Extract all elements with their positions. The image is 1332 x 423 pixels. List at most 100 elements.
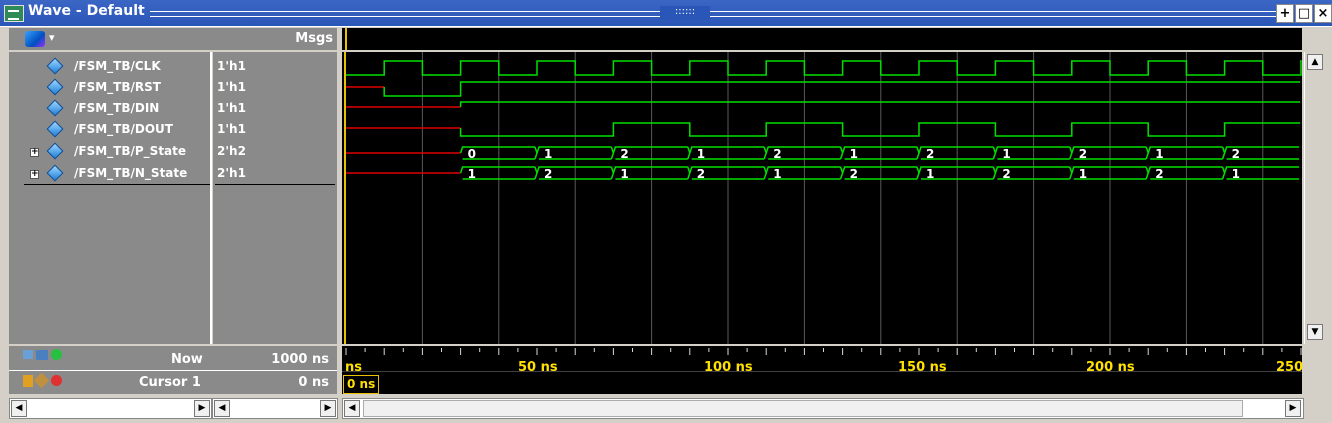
wave-dout xyxy=(346,122,1300,137)
expand-plus-icon[interactable]: + xyxy=(30,148,39,157)
signal-value: 1'h1 xyxy=(217,122,246,136)
add-cursor-icon[interactable] xyxy=(23,350,33,359)
wrench-icon[interactable] xyxy=(33,372,50,389)
signal-row-p-state[interactable]: + /FSM_TB/P_State xyxy=(22,141,210,161)
bus-edge xyxy=(916,146,920,160)
cursor-list-icon[interactable] xyxy=(36,350,48,360)
window-title: Wave - Default xyxy=(28,3,145,19)
status-tools-panel: Now Cursor 1 xyxy=(9,346,212,394)
bus-edge xyxy=(839,146,844,160)
signal-diamond-icon xyxy=(46,164,64,182)
scroll-right-arrow-icon[interactable]: ▶ xyxy=(1285,400,1301,417)
signal-row-din[interactable]: /FSM_TB/DIN xyxy=(22,98,210,118)
signal-row-dout[interactable]: /FSM_TB/DOUT xyxy=(22,119,210,139)
bus-value: 1 xyxy=(1155,147,1163,161)
signal-value: 1'h1 xyxy=(217,101,246,115)
wave-din xyxy=(346,101,1300,108)
signal-value: 2'h2 xyxy=(217,144,246,158)
time-grid xyxy=(421,52,1264,344)
signal-row-rst[interactable]: /FSM_TB/RST xyxy=(22,77,210,97)
ruler-ticks xyxy=(345,348,1302,355)
cursor-label: Cursor 1 xyxy=(139,375,201,390)
bus-edge xyxy=(1069,166,1073,180)
cursor-value: 0 ns xyxy=(298,375,329,390)
bus-value: 2 xyxy=(1232,147,1240,161)
divider xyxy=(9,370,212,371)
remove-icon[interactable] xyxy=(51,375,62,386)
signal-names-pane: /FSM_TB/CLK /FSM_TB/RST /FSM_TB/DIN /FSM… xyxy=(22,52,212,344)
signal-diamond-icon xyxy=(46,99,64,117)
signal-value: 2'h1 xyxy=(217,166,246,180)
bus-value: 2 xyxy=(620,147,628,161)
bus-edge xyxy=(1221,146,1226,160)
drag-grip[interactable]: :::::: xyxy=(660,6,710,20)
scroll-left-arrow-icon[interactable]: ◀ xyxy=(214,400,230,417)
signal-name: /FSM_TB/DOUT xyxy=(74,122,173,136)
names-hscrollbar[interactable]: ◀ ▶ xyxy=(9,398,212,419)
wave-header xyxy=(342,28,1302,50)
wave-hscrollbar[interactable]: ◀ ▶ xyxy=(342,398,1304,419)
scroll-left-arrow-icon[interactable]: ◀ xyxy=(11,400,27,417)
cursor-line-top xyxy=(345,28,347,50)
scroll-right-arrow-icon[interactable]: ▶ xyxy=(320,400,336,417)
pane-gutter xyxy=(9,52,22,344)
title-rule xyxy=(150,11,1290,17)
signal-values-pane: 1'h1 1'h1 1'h1 1'h1 2'h2 2'h1 xyxy=(213,52,337,344)
bus-value: 2 xyxy=(544,167,552,181)
signal-name: /FSM_TB/RST xyxy=(74,80,161,94)
vertical-scrollbar[interactable]: ▲ ▼ xyxy=(1304,52,1325,344)
status-values-panel: 1000 ns 0 ns xyxy=(212,346,337,394)
bus-edge xyxy=(916,166,920,180)
chevron-down-icon[interactable]: ▾ xyxy=(49,31,55,44)
signal-name: /FSM_TB/N_State xyxy=(74,166,188,180)
bus-edge xyxy=(687,166,691,180)
scroll-thumb[interactable] xyxy=(363,400,1243,417)
bus-value: 1 xyxy=(1232,167,1240,181)
signal-row-clk[interactable]: /FSM_TB/CLK xyxy=(22,56,210,76)
now-value: 1000 ns xyxy=(271,352,329,367)
bus-value: 1 xyxy=(468,167,476,181)
scroll-up-arrow-icon[interactable]: ▲ xyxy=(1307,54,1323,70)
time-label: 150 ns xyxy=(898,360,947,375)
bus-value: 1 xyxy=(1079,167,1087,181)
bus-edge xyxy=(687,146,691,160)
signal-diamond-icon xyxy=(46,142,64,160)
bus-edge xyxy=(1221,166,1226,180)
bus-value: 1 xyxy=(1002,147,1010,161)
bus-value: 1 xyxy=(544,147,552,161)
scroll-right-arrow-icon[interactable]: ▶ xyxy=(194,400,210,417)
bus-edge xyxy=(992,146,997,160)
row-separator xyxy=(24,184,210,185)
values-hscrollbar[interactable]: ◀ ▶ xyxy=(212,398,338,419)
bus-edge xyxy=(534,166,538,180)
lock-icon[interactable] xyxy=(23,375,33,387)
bus-edge xyxy=(1069,146,1073,160)
signal-diamond-icon xyxy=(46,78,64,96)
bus-edge xyxy=(763,146,767,160)
signal-diamond-icon xyxy=(46,57,64,75)
expand-plus-icon[interactable]: + xyxy=(30,170,39,179)
now-label: Now xyxy=(171,352,203,367)
close-button[interactable]: × xyxy=(1314,4,1332,23)
window-title-bar[interactable]: Wave - Default :::::: + □ × xyxy=(0,0,1332,27)
signal-value: 1'h1 xyxy=(217,80,246,94)
add-icon[interactable] xyxy=(51,349,62,360)
rst-trace xyxy=(383,81,1300,97)
cursor-time-box[interactable]: 0 ns xyxy=(343,375,380,394)
waveform-canvas[interactable]: 0 1 2 1 2 1 2 1 2 1 2 1 2 1 2 1 2 1 2 1 2 1 xyxy=(342,52,1302,344)
wave-palette-icon[interactable] xyxy=(25,31,45,47)
time-ruler[interactable]: ns 50 ns 100 ns 150 ns 200 ns 250 0 ns xyxy=(342,346,1303,394)
time-label: 50 ns xyxy=(518,360,558,375)
bus-value: 2 xyxy=(850,167,858,181)
undock-button[interactable]: □ xyxy=(1295,4,1313,23)
bus-edge xyxy=(763,166,767,180)
signal-row-n-state[interactable]: + /FSM_TB/N_State xyxy=(22,163,210,183)
scroll-left-arrow-icon[interactable]: ◀ xyxy=(344,400,360,417)
bus-value: 2 xyxy=(1002,167,1010,181)
time-label: 200 ns xyxy=(1086,360,1135,375)
row-separator xyxy=(215,184,335,185)
waveform-pane[interactable]: 0 1 2 1 2 1 2 1 2 1 2 1 2 1 2 1 2 1 2 1 2 1 xyxy=(342,52,1302,344)
msgs-column-header: Msgs xyxy=(212,28,337,50)
scroll-down-arrow-icon[interactable]: ▼ xyxy=(1307,324,1323,340)
dock-button[interactable]: + xyxy=(1276,4,1294,23)
